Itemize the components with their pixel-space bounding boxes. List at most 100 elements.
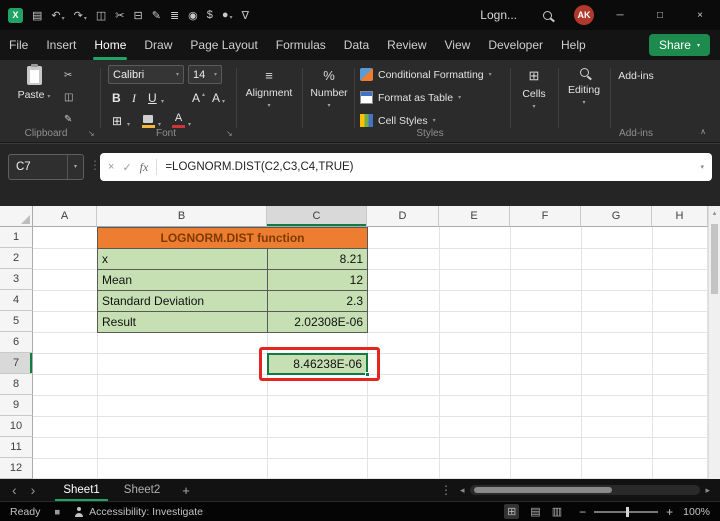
zoom-slider[interactable]: [594, 511, 658, 513]
undo-button[interactable]: ↶▾: [51, 9, 64, 22]
normal-view-icon[interactable]: ⊞: [504, 504, 519, 519]
tab-page-layout[interactable]: Page Layout: [181, 30, 266, 60]
copy-icon[interactable]: ◫: [96, 9, 106, 22]
add-ins-button[interactable]: Add-ins: [614, 66, 658, 82]
currency-icon[interactable]: $: [207, 9, 213, 21]
row-header-12[interactable]: 12: [0, 458, 33, 479]
conditional-formatting-button[interactable]: Conditional Formatting ▾: [360, 68, 492, 81]
minimize-button[interactable]: ─: [600, 0, 640, 30]
number-button[interactable]: % Number ▾: [306, 68, 352, 109]
cell-c4[interactable]: 2.3: [267, 290, 368, 312]
page-layout-view-icon[interactable]: ▤: [530, 505, 540, 518]
share-button[interactable]: Share ▾: [649, 34, 710, 56]
bold-button[interactable]: B: [112, 91, 121, 105]
row-header-2[interactable]: 2: [0, 248, 33, 269]
redo-button[interactable]: ↷▾: [74, 9, 87, 22]
expand-formula-bar-icon[interactable]: ▾: [700, 163, 704, 171]
alignment-button[interactable]: ≡ Alignment ▾: [240, 68, 298, 109]
copy-icon[interactable]: ◫: [64, 92, 73, 103]
close-button[interactable]: ×: [680, 0, 720, 30]
tab-developer[interactable]: Developer: [479, 30, 552, 60]
tab-review[interactable]: Review: [378, 30, 435, 60]
row-header-5[interactable]: 5: [0, 311, 33, 332]
editing-button[interactable]: Editing ▾: [562, 68, 606, 106]
paste-button[interactable]: Paste ▾: [14, 66, 54, 101]
horizontal-scrollbar-thumb[interactable]: [474, 487, 613, 493]
cell-styles-button[interactable]: Cell Styles ▾: [360, 114, 436, 127]
font-dialog-launcher-icon[interactable]: ↘: [226, 129, 233, 138]
cell-c3[interactable]: 12: [267, 269, 368, 291]
clipboard-dialog-launcher-icon[interactable]: ↘: [88, 129, 95, 138]
horizontal-scrollbar-track[interactable]: [470, 485, 701, 495]
customize-qat-icon[interactable]: ∇: [242, 9, 249, 22]
column-header-f[interactable]: F: [510, 206, 581, 227]
row-header-6[interactable]: 6: [0, 332, 33, 353]
cancel-icon[interactable]: ×: [108, 161, 114, 173]
row-header-11[interactable]: 11: [0, 437, 33, 458]
cell-b3[interactable]: Mean: [97, 269, 268, 291]
font-color-button[interactable]: A: [172, 113, 185, 128]
formula-text[interactable]: =LOGNORM.DIST(C2,C3,C4,TRUE): [165, 161, 353, 173]
sheet-tab-sheet1[interactable]: Sheet1: [51, 479, 111, 501]
active-cell-c7[interactable]: 8.46238E-06: [267, 353, 368, 375]
collapse-ribbon-icon[interactable]: ∧: [700, 127, 706, 136]
next-sheet-icon[interactable]: ›: [31, 480, 36, 500]
column-header-e[interactable]: E: [439, 206, 510, 227]
tab-draw[interactable]: Draw: [135, 30, 181, 60]
name-box[interactable]: C7 ▾: [8, 154, 84, 180]
column-header-c[interactable]: C: [267, 206, 367, 227]
zoom-out-button[interactable]: −: [579, 505, 586, 519]
cut-icon[interactable]: ✂: [115, 9, 124, 22]
cell-b1-title[interactable]: LOGNORM.DIST function: [97, 227, 368, 249]
tab-view[interactable]: View: [436, 30, 480, 60]
zoom-level[interactable]: 100%: [683, 506, 710, 518]
row-header-1[interactable]: 1: [0, 227, 33, 248]
scroll-up-icon[interactable]: ▴: [709, 206, 720, 217]
format-as-table-button[interactable]: Format as Table ▾: [360, 91, 461, 104]
cell-c2[interactable]: 8.21: [267, 248, 368, 270]
caret-down-icon[interactable]: ▾: [67, 155, 83, 179]
cell-b4[interactable]: Standard Deviation: [97, 290, 268, 312]
cells-button[interactable]: ⊞ Cells ▾: [514, 68, 554, 110]
zoom-slider-thumb[interactable]: [626, 507, 629, 517]
cell-b5[interactable]: Result: [97, 311, 268, 333]
previous-sheet-icon[interactable]: ‹: [12, 480, 17, 500]
excel-logo-icon[interactable]: X: [8, 8, 23, 23]
row-header-9[interactable]: 9: [0, 395, 33, 416]
tab-home[interactable]: Home: [85, 30, 135, 60]
cell-c5[interactable]: 2.02308E-06: [267, 311, 368, 333]
borders-button[interactable]: ⊞: [112, 114, 122, 128]
new-sheet-button[interactable]: +: [182, 483, 190, 498]
format-painter-icon[interactable]: ✎: [152, 9, 161, 22]
tab-formulas[interactable]: Formulas: [267, 30, 335, 60]
formula-field[interactable]: × ✓ fx =LOGNORM.DIST(C2,C3,C4,TRUE) ▾: [100, 153, 712, 181]
maximize-button[interactable]: □: [640, 0, 680, 30]
camera-icon[interactable]: ◉: [188, 9, 198, 22]
row-header-7[interactable]: 7: [0, 353, 33, 374]
italic-button[interactable]: I: [132, 91, 136, 106]
format-painter-icon[interactable]: ✎: [64, 114, 72, 125]
underline-caret-icon[interactable]: ▾: [161, 98, 164, 105]
row-header-8[interactable]: 8: [0, 374, 33, 395]
column-header-a[interactable]: A: [33, 206, 97, 227]
horizontal-scrollbar[interactable]: ◂ ▸: [460, 485, 710, 496]
column-header-b[interactable]: B: [97, 206, 267, 227]
avatar[interactable]: AK: [574, 5, 594, 25]
font-name-combo[interactable]: Calibri ▾: [108, 65, 184, 84]
column-header-g[interactable]: G: [581, 206, 652, 227]
search-icon[interactable]: [543, 11, 552, 20]
scroll-right-icon[interactable]: ▸: [705, 485, 710, 496]
select-all-corner[interactable]: [0, 206, 33, 227]
font-size-combo[interactable]: 14 ▾: [188, 65, 222, 84]
increase-font-size-button[interactable]: A: [192, 91, 200, 105]
vertical-scrollbar-thumb[interactable]: [711, 224, 718, 294]
column-header-h[interactable]: H: [652, 206, 708, 227]
column-header-d[interactable]: D: [367, 206, 439, 227]
record-macro-button[interactable]: ●▾: [222, 9, 233, 21]
sheet-tab-sheet2[interactable]: Sheet2: [112, 479, 172, 501]
accessibility-status[interactable]: Accessibility: Investigate: [89, 506, 203, 518]
save-icon[interactable]: ▤: [32, 9, 42, 22]
print-icon[interactable]: ≣: [170, 9, 179, 22]
cell-b2[interactable]: x: [97, 248, 268, 270]
vertical-scrollbar[interactable]: ▴: [708, 206, 720, 479]
